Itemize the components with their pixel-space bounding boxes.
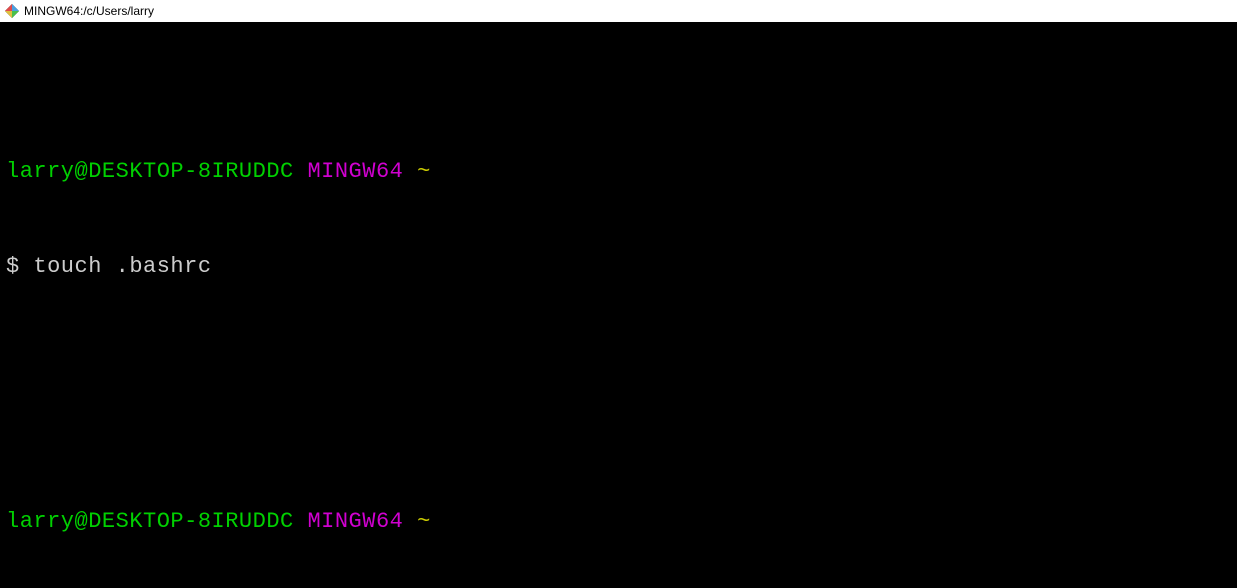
prompt-line: larry@DESKTOP-8IRUDDC MINGW64 ~ bbox=[6, 156, 1231, 188]
prompt-line: larry@DESKTOP-8IRUDDC MINGW64 ~ bbox=[6, 506, 1231, 538]
mingw-icon bbox=[4, 3, 20, 19]
prompt-path: ~ bbox=[417, 509, 431, 534]
command-line: $ touch .bashrc bbox=[6, 251, 1231, 283]
prompt-shell: MINGW64 bbox=[307, 159, 403, 184]
window-titlebar: MINGW64:/c/Users/larry bbox=[0, 0, 1237, 22]
prompt-user-host: larry@DESKTOP-8IRUDDC bbox=[6, 159, 294, 184]
prompt-path: ~ bbox=[417, 159, 431, 184]
command-text: touch .bashrc bbox=[33, 254, 211, 279]
prompt-shell: MINGW64 bbox=[307, 509, 403, 534]
history-entry: larry@DESKTOP-8IRUDDC MINGW64 ~ $ vim .b… bbox=[6, 443, 1231, 588]
terminal-area[interactable]: larry@DESKTOP-8IRUDDC MINGW64 ~ $ touch … bbox=[0, 22, 1237, 588]
history-entry: larry@DESKTOP-8IRUDDC MINGW64 ~ $ touch … bbox=[6, 92, 1231, 347]
window-title: MINGW64:/c/Users/larry bbox=[24, 4, 154, 18]
prompt-user-host: larry@DESKTOP-8IRUDDC bbox=[6, 509, 294, 534]
prompt-symbol: $ bbox=[6, 254, 20, 279]
